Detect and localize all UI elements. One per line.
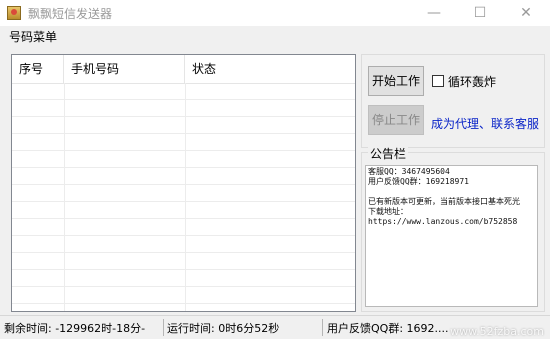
loop-checkbox[interactable] bbox=[432, 75, 444, 87]
minimize-button[interactable]: — bbox=[411, 0, 457, 26]
close-button[interactable]: ✕ bbox=[503, 0, 549, 26]
control-group: 开始工作 循环轰炸 停止工作 成为代理、联系客服 bbox=[361, 54, 545, 148]
title-bar: 飘飘短信发送器 — ☐ ✕ bbox=[0, 0, 550, 26]
app-icon bbox=[7, 6, 21, 20]
table-header: 序号 手机号码 状态 bbox=[12, 55, 355, 84]
loop-checkbox-label[interactable]: 循环轰炸 bbox=[448, 73, 496, 90]
start-button[interactable]: 开始工作 bbox=[368, 66, 424, 96]
right-panel: 开始工作 循环轰炸 停止工作 成为代理、联系客服 公告栏 客服QQ：346749… bbox=[361, 54, 546, 312]
status-separator bbox=[163, 319, 164, 336]
status-separator bbox=[322, 319, 323, 336]
running-time: 运行时间: 0时6分52秒 bbox=[167, 322, 280, 335]
notice-textarea[interactable]: 客服QQ：3467495604 用户反馈QQ群：169218971 已有新版本可… bbox=[365, 165, 538, 307]
column-divider bbox=[185, 83, 186, 311]
watermark: www.52fzba.com bbox=[450, 325, 544, 338]
notice-title: 公告栏 bbox=[368, 145, 409, 162]
column-header-phone[interactable]: 手机号码 bbox=[64, 55, 185, 83]
window-title: 飘飘短信发送器 bbox=[28, 7, 113, 21]
notice-group: 公告栏 客服QQ：3467495604 用户反馈QQ群：169218971 已有… bbox=[361, 145, 545, 312]
stop-button[interactable]: 停止工作 bbox=[368, 105, 424, 135]
remaining-time: 剩余时间: -129962时-18分- bbox=[4, 322, 146, 335]
status-bar: 剩余时间: -129962时-18分- 运行时间: 0时6分52秒 用户反馈QQ… bbox=[0, 315, 550, 339]
menu-number-list[interactable]: 号码菜单 bbox=[9, 28, 57, 45]
maximize-button[interactable]: ☐ bbox=[457, 0, 503, 26]
number-table[interactable]: 序号 手机号码 状态 bbox=[11, 54, 356, 312]
menu-bar: 号码菜单 bbox=[0, 26, 550, 46]
column-header-index[interactable]: 序号 bbox=[12, 55, 64, 83]
agent-contact-link[interactable]: 成为代理、联系客服 bbox=[431, 115, 539, 132]
column-divider bbox=[64, 83, 65, 311]
column-header-status[interactable]: 状态 bbox=[185, 55, 355, 83]
